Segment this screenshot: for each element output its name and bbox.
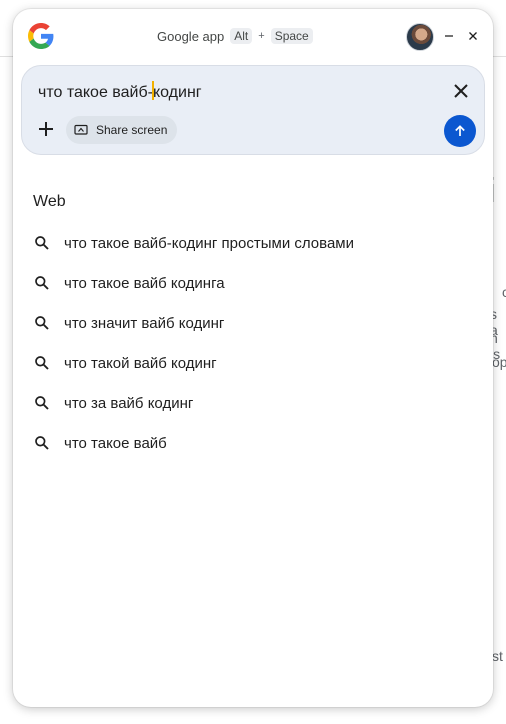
close-icon <box>469 32 477 40</box>
search-icon <box>35 356 49 370</box>
share-screen-icon <box>74 124 88 135</box>
query-text-before-caret: что такое вайб- <box>38 84 153 101</box>
app-title: Google app <box>157 28 225 44</box>
share-screen-button[interactable]: Share screen <box>66 116 178 144</box>
suggestion-list: что такое вайб-кодинг простыми словами ч… <box>13 223 493 463</box>
suggestion-item[interactable]: что такое вайб <box>13 423 493 463</box>
background-fragment: st <box>492 648 503 664</box>
plus-icon <box>39 122 53 136</box>
shortcut-key-alt: Alt <box>230 28 253 44</box>
minimize-button[interactable] <box>439 26 459 46</box>
suggestion-text: что за вайб кодинг <box>64 394 194 412</box>
arrow-up-icon <box>455 125 465 136</box>
share-screen-label: Share screen <box>96 123 168 137</box>
submit-search-button[interactable] <box>444 115 476 147</box>
suggestion-text: что такое вайб <box>64 434 167 452</box>
add-button[interactable] <box>34 117 58 141</box>
search-icon <box>35 276 49 290</box>
search-icon <box>35 396 49 410</box>
shortcut-plus: + <box>258 30 265 42</box>
background-fragment: op <box>492 354 506 370</box>
suggestion-text: что значит вайб кодинг <box>64 314 225 332</box>
search-icon <box>35 436 49 450</box>
shortcut-key-space: Space <box>270 28 313 44</box>
minimize-icon <box>445 35 453 37</box>
window-close-button[interactable] <box>463 26 483 46</box>
suggestion-item[interactable]: что значит вайб кодинг <box>13 303 493 343</box>
title-bar: Google app Alt + Space <box>13 9 493 63</box>
suggestion-text: что такой вайб кодинг <box>64 354 217 372</box>
suggestion-item[interactable]: что такой вайб кодинг <box>13 343 493 383</box>
suggestion-item[interactable]: что такое вайб кодинга <box>13 263 493 303</box>
google-app-window: Google app Alt + Space что такое вайб-ко… <box>13 9 493 707</box>
clear-query-button[interactable] <box>448 78 474 104</box>
suggestion-text: что такое вайб-кодинг простыми словами <box>64 234 354 252</box>
web-section-label: Web <box>33 193 66 210</box>
query-text-after-caret: кодинг <box>152 84 202 101</box>
background-fragment: c <box>502 284 506 300</box>
app-title-group: Google app Alt + Space <box>157 28 313 44</box>
search-input[interactable]: что такое вайб-кодинг <box>38 81 202 102</box>
google-logo-icon <box>28 23 54 49</box>
search-icon <box>35 316 49 330</box>
suggestion-item[interactable]: что такое вайб-кодинг простыми словами <box>13 223 493 263</box>
search-icon <box>35 236 49 250</box>
search-box[interactable]: что такое вайб-кодинг Share screen <box>21 65 485 155</box>
suggestion-text: что такое вайб кодинга <box>64 274 225 292</box>
account-avatar[interactable] <box>406 23 434 51</box>
clear-icon <box>454 84 468 98</box>
suggestion-item[interactable]: что за вайб кодинг <box>13 383 493 423</box>
